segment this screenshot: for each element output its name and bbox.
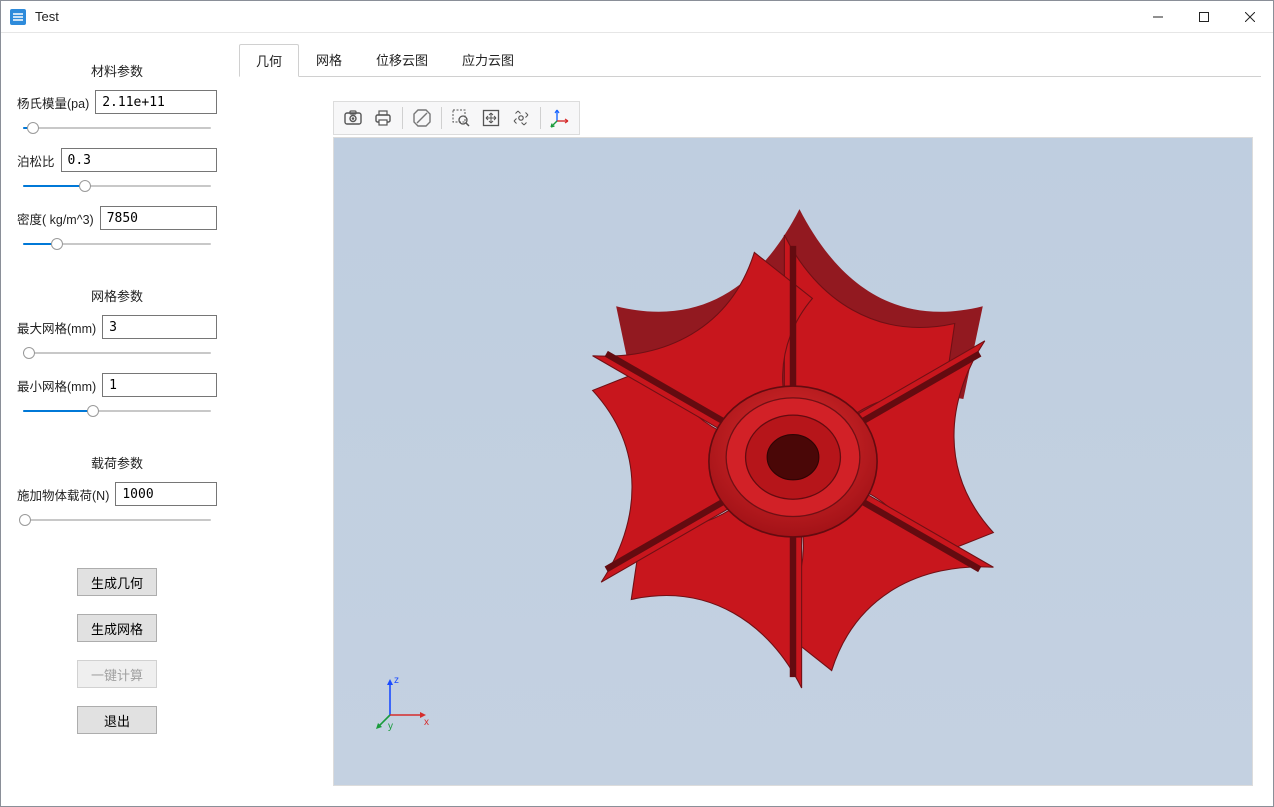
generate-mesh-button[interactable]: 生成网格: [77, 614, 157, 642]
density-label: 密度( kg/m^3): [17, 209, 94, 228]
3d-viewport[interactable]: z x y: [333, 137, 1253, 786]
bodyload-row: 施加物体载荷(N): [9, 482, 225, 506]
axis-z-label: z: [394, 675, 399, 686]
exit-button[interactable]: 退出: [77, 706, 157, 734]
rotate-view-icon[interactable]: [506, 104, 536, 132]
maxmesh-label: 最大网格(mm): [17, 318, 96, 337]
titlebar: Test: [1, 1, 1273, 33]
maxmesh-row: 最大网格(mm): [9, 315, 225, 339]
density-input[interactable]: [100, 206, 217, 230]
minmesh-input[interactable]: [102, 373, 217, 397]
model-render: [334, 138, 1252, 785]
axes-icon[interactable]: [545, 104, 575, 132]
poisson-slider[interactable]: [9, 176, 225, 196]
youngs-modulus-row: 杨氏模量(pa): [9, 90, 225, 114]
bodyload-label: 施加物体载荷(N): [17, 485, 109, 504]
load-section-title: 载荷参数: [91, 453, 143, 472]
mesh-section-title: 网格参数: [91, 286, 143, 305]
axis-x-label: x: [424, 717, 429, 728]
material-section-title: 材料参数: [91, 61, 143, 80]
poisson-input[interactable]: [61, 148, 217, 172]
density-slider[interactable]: [9, 234, 225, 254]
youngs-modulus-input[interactable]: [95, 90, 217, 114]
tab-displacement[interactable]: 位移云图: [359, 43, 445, 76]
screenshot-icon[interactable]: [338, 104, 368, 132]
stop-icon[interactable]: [407, 104, 437, 132]
tab-mesh[interactable]: 网格: [299, 43, 359, 76]
poisson-label: 泊松比: [17, 151, 55, 170]
sidebar: 材料参数 杨氏模量(pa) 泊松比 密度( kg/m^3) 网格参数 最大网格(…: [1, 33, 233, 806]
tab-stress[interactable]: 应力云图: [445, 43, 531, 76]
tab-geometry[interactable]: 几何: [239, 44, 299, 77]
zoom-window-icon[interactable]: [446, 104, 476, 132]
bodyload-input[interactable]: [115, 482, 217, 506]
window-title: Test: [35, 9, 59, 24]
close-button[interactable]: [1227, 1, 1273, 33]
minimize-button[interactable]: [1135, 1, 1181, 33]
minmesh-row: 最小网格(mm): [9, 373, 225, 397]
maxmesh-input[interactable]: [102, 315, 217, 339]
solve-button[interactable]: 一键计算: [77, 660, 157, 688]
density-row: 密度( kg/m^3): [9, 206, 225, 230]
viewer-toolbar: [333, 101, 580, 135]
maxmesh-slider[interactable]: [9, 343, 225, 363]
generate-geometry-button[interactable]: 生成几何: [77, 568, 157, 596]
app-icon: [9, 8, 27, 26]
axis-y-label: y: [388, 721, 393, 731]
minmesh-label: 最小网格(mm): [17, 376, 96, 395]
print-icon[interactable]: [368, 104, 398, 132]
tab-bar: 几何 网格 位移云图 应力云图: [233, 33, 1267, 76]
fit-view-icon[interactable]: [476, 104, 506, 132]
poisson-row: 泊松比: [9, 148, 225, 172]
youngs-modulus-label: 杨氏模量(pa): [17, 93, 89, 112]
youngs-modulus-slider[interactable]: [9, 118, 225, 138]
minmesh-slider[interactable]: [9, 401, 225, 421]
axis-triad: z x y: [374, 671, 434, 731]
maximize-button[interactable]: [1181, 1, 1227, 33]
content-area: 几何 网格 位移云图 应力云图: [233, 33, 1273, 806]
bodyload-slider[interactable]: [9, 510, 225, 530]
